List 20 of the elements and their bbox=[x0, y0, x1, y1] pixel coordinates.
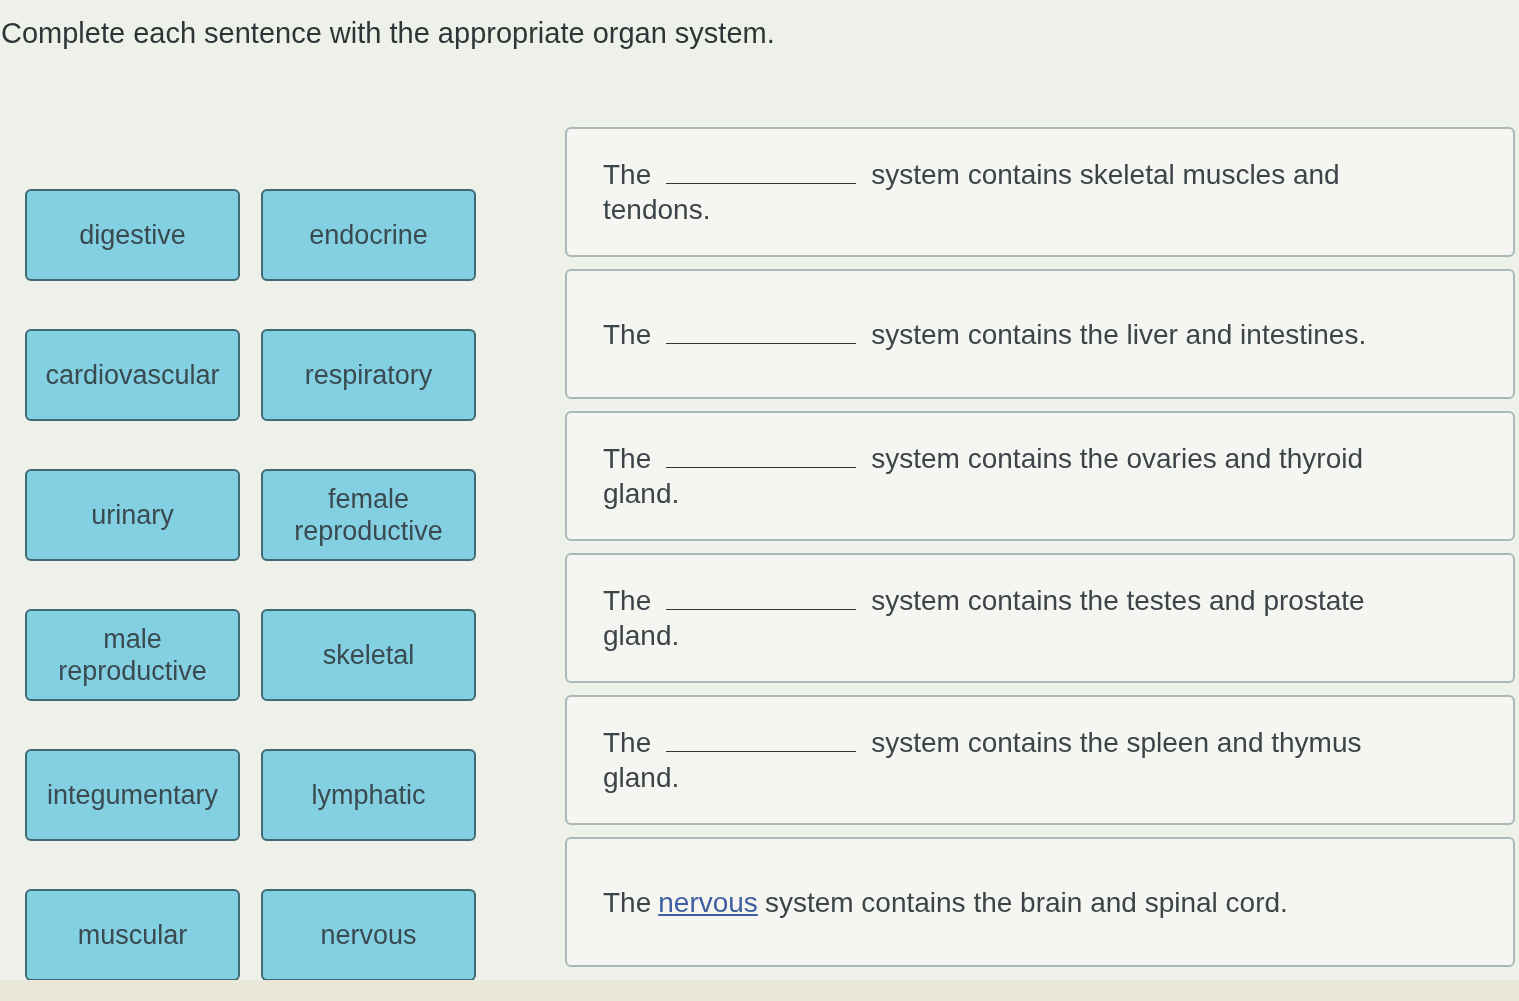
answer-choice[interactable]: male reproductive bbox=[25, 609, 240, 701]
sentence-text: The system contains the ovaries and thyroid gland. bbox=[603, 442, 1365, 511]
answer-choice[interactable]: digestive bbox=[25, 189, 240, 281]
sentence-text: The nervous system contains the brain and spinal cord. bbox=[603, 885, 1288, 920]
placed-answer[interactable]: nervous bbox=[658, 886, 758, 918]
answer-choice[interactable]: muscular bbox=[25, 889, 240, 980]
instruction-text: Complete each sentence with the appropriate organ system. bbox=[0, 16, 775, 50]
answer-choice[interactable]: nervous bbox=[261, 889, 476, 980]
answer-choice[interactable]: lymphatic bbox=[261, 749, 476, 841]
answer-choice[interactable]: urinary bbox=[25, 469, 240, 561]
answer-choice[interactable]: integumentary bbox=[25, 749, 240, 841]
sentence-text: The system contains the testes and prostate gland. bbox=[603, 584, 1366, 653]
answer-choice[interactable]: endocrine bbox=[261, 189, 476, 281]
answer-choice[interactable]: female reproductive bbox=[261, 469, 476, 561]
answer-choice[interactable]: cardiovascular bbox=[25, 329, 240, 421]
answer-choice[interactable]: skeletal bbox=[261, 609, 476, 701]
sentence-text: The system contains the liver and intestines. bbox=[603, 317, 1367, 352]
answer-choice[interactable]: respiratory bbox=[261, 329, 476, 421]
sentence-text: The system contains skeletal muscles and tendons. bbox=[603, 158, 1341, 227]
sentence-text: The system contains the spleen and thymus gland. bbox=[603, 726, 1363, 795]
